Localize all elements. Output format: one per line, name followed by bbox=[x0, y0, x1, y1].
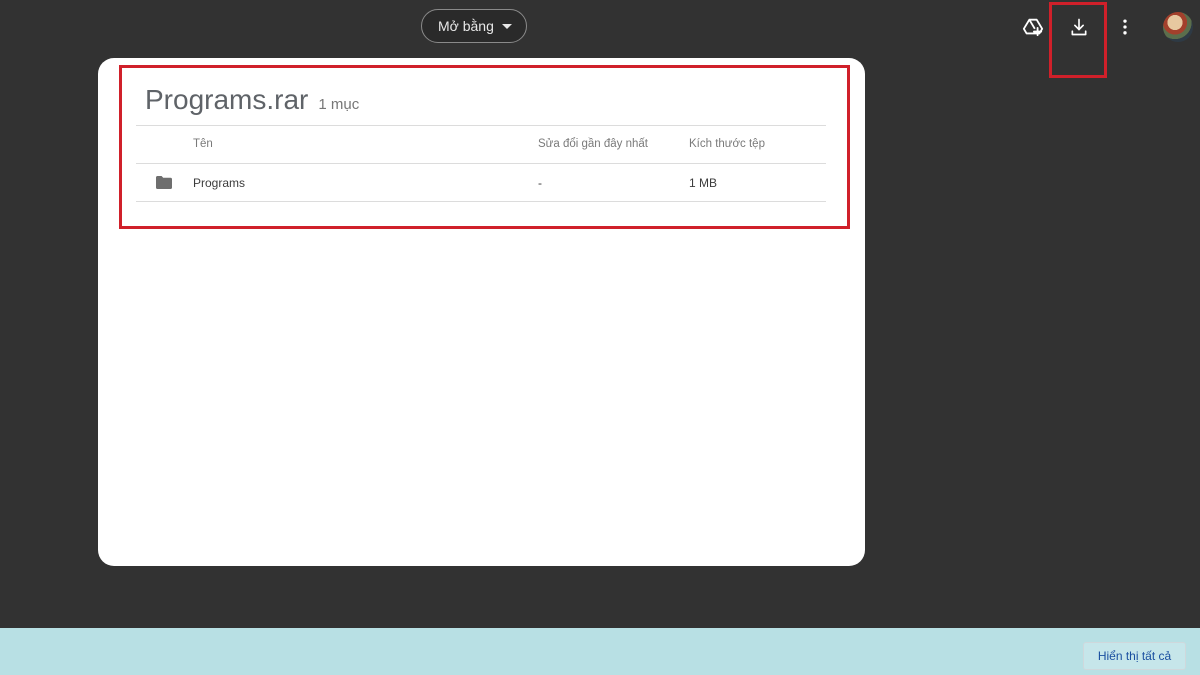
table-row[interactable]: Programs - 1 MB bbox=[136, 164, 826, 201]
divider bbox=[136, 201, 826, 202]
item-count: 1 mục bbox=[318, 96, 360, 113]
file-title: Programs.rar 1 mục bbox=[145, 84, 359, 116]
table-header-row: Tên Sửa đổi gần đây nhất Kích thước tệp bbox=[136, 126, 826, 163]
row-modified: - bbox=[538, 176, 542, 190]
open-with-button[interactable]: Mở bằng bbox=[421, 9, 527, 43]
open-with-label: Mở bằng bbox=[438, 18, 494, 34]
show-all-button[interactable]: Hiển thị tất cả bbox=[1083, 642, 1186, 670]
add-to-drive-icon[interactable] bbox=[1015, 9, 1051, 45]
download-icon[interactable] bbox=[1061, 9, 1097, 45]
column-header-modified[interactable]: Sửa đổi gần đây nhất bbox=[538, 138, 648, 150]
download-bar bbox=[0, 628, 1200, 675]
row-file-name: Programs bbox=[193, 176, 246, 190]
column-header-size[interactable]: Kích thước tệp bbox=[689, 138, 765, 150]
folder-icon bbox=[156, 176, 172, 194]
more-vert-icon[interactable] bbox=[1107, 9, 1143, 45]
archive-preview-card: Programs.rar 1 mục Tên Sửa đổi gần đây n… bbox=[98, 58, 865, 566]
avatar[interactable] bbox=[1163, 12, 1193, 42]
file-name: Programs.rar bbox=[145, 84, 309, 115]
file-list-table: Tên Sửa đổi gần đây nhất Kích thước tệp … bbox=[136, 125, 826, 202]
row-size: 1 MB bbox=[689, 176, 718, 190]
column-header-name[interactable]: Tên bbox=[193, 138, 213, 150]
chevron-down-icon bbox=[502, 24, 512, 29]
